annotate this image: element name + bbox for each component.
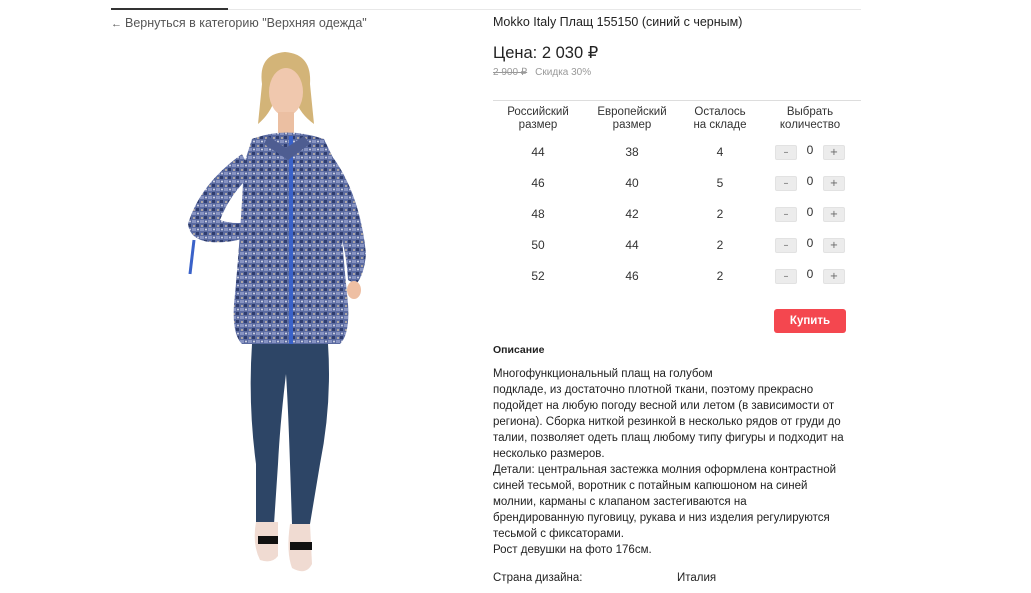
ru-size-cell: 48 (531, 206, 545, 221)
ru-size-cell: 52 (531, 268, 545, 283)
quantity-stepper: –0 + (775, 174, 845, 191)
description-line: Рост девушки на фото 176см. (493, 544, 652, 556)
decrease-button[interactable]: – (775, 237, 797, 253)
active-tab-underline (111, 8, 228, 10)
table-row: 44 38 4 –0 + (493, 136, 861, 167)
table-row: 52 46 2 –0 + (493, 260, 861, 291)
discount-label: Скидка 30% (535, 67, 592, 78)
header-ru-size: Российский размер (507, 106, 569, 131)
quantity-cell: –0 + (759, 229, 861, 260)
description-line: подойдет на любую погоду весной или лето… (493, 400, 835, 412)
header-stock: Осталось на складе (693, 106, 747, 131)
increase-button[interactable]: + (823, 268, 845, 284)
description-line: тесьмой с фиксаторами. (493, 528, 624, 540)
quantity-cell: –0 + (759, 260, 861, 291)
description-line: брендированную пуговицу, рукава и низ из… (493, 512, 830, 524)
table-header-row: Российский размер Европейский размер Остал… (493, 104, 861, 136)
eu-size-cell: 46 (625, 268, 639, 283)
quantity-cell: –0 + (759, 136, 861, 167)
buy-button[interactable]: Купить (774, 309, 846, 333)
back-link-label: Вернуться в категорию "Верхняя одежда" (125, 16, 367, 30)
quantity-stepper: –0 + (775, 205, 845, 222)
description-text: Многофункциональный плащ на голубом подк… (493, 366, 865, 558)
description-line: Детали: центральная застежка молния офор… (493, 464, 837, 476)
quantity-value[interactable]: 0 (797, 267, 823, 281)
table-row: 48 42 2 –0 + (493, 198, 861, 229)
description-heading: Описание (493, 344, 545, 356)
description-line: несколько размеров. (493, 448, 605, 460)
decrease-button[interactable]: – (775, 268, 797, 284)
stock-cell: 5 (716, 175, 724, 190)
stock-cell: 2 (716, 206, 724, 221)
table-divider (493, 100, 861, 101)
eu-size-cell: 42 (625, 206, 639, 221)
country-label: Страна дизайна: (493, 572, 583, 584)
old-price: 2 900 ₽ (493, 67, 528, 78)
quantity-stepper: –0 + (775, 267, 845, 284)
stock-cell: 4 (716, 144, 724, 159)
jeans-shape (250, 344, 329, 524)
increase-button[interactable]: + (823, 206, 845, 222)
product-title: Mokko Italy Плащ 155150 (синий с черным) (493, 15, 743, 29)
decrease-button[interactable]: – (775, 144, 797, 160)
table-row: 50 44 2 –0 + (493, 229, 861, 260)
face-shape (269, 68, 303, 116)
quantity-value[interactable]: 0 (797, 174, 823, 188)
ru-size-cell: 44 (531, 144, 545, 159)
description-line: талии, позволяет одеть плащ любому типу … (493, 432, 844, 444)
description-line: Многофункциональный плащ на голубом (493, 368, 713, 380)
stock-cell: 2 (716, 268, 724, 283)
decrease-button[interactable]: – (775, 206, 797, 222)
ru-size-cell: 46 (531, 175, 545, 190)
stock-cell: 2 (716, 237, 724, 252)
increase-button[interactable]: + (823, 175, 845, 191)
product-price: Цена: 2 030 ₽ (493, 44, 599, 62)
eu-size-cell: 38 (625, 144, 639, 159)
arrow-left-icon: ← (111, 18, 122, 30)
quantity-stepper: –0 + (775, 143, 845, 160)
decrease-button[interactable]: – (775, 175, 797, 191)
description-line: региона). Сборка ниткой резинкой в неско… (493, 416, 841, 428)
eu-size-cell: 40 (625, 175, 639, 190)
description-line: синей тесьмой, воротник с потайным капюш… (493, 480, 808, 492)
increase-button[interactable]: + (823, 144, 845, 160)
header-quantity: Выбрать количество (779, 106, 841, 131)
quantity-cell: –0 + (759, 198, 861, 229)
table-row: 46 40 5 –0 + (493, 167, 861, 198)
header-eu-size: Европейский размер (597, 106, 667, 131)
description-line: молнии, карманы с клапаном застегиваются… (493, 496, 747, 508)
increase-button[interactable]: + (823, 237, 845, 253)
description-line: подкладе, из достаточно плотной ткани, п… (493, 384, 814, 396)
ru-size-cell: 50 (531, 237, 545, 252)
product-photo[interactable] (160, 44, 410, 593)
back-to-category-link[interactable]: ← Вернуться в категорию "Верхняя одежда" (111, 16, 367, 30)
quantity-cell: –0 + (759, 167, 861, 198)
quantity-value[interactable]: 0 (797, 143, 823, 157)
quantity-stepper: –0 + (775, 236, 845, 253)
eu-size-cell: 44 (625, 237, 639, 252)
country-attribute-row: Страна дизайна: Италия (493, 572, 716, 584)
country-value: Италия (677, 572, 717, 584)
sizes-table: Российский размер Европейский размер Остал… (493, 104, 861, 291)
quantity-value[interactable]: 0 (797, 236, 823, 250)
old-price-row: 2 900 ₽ Скидка 30% (493, 67, 591, 78)
quantity-value[interactable]: 0 (797, 205, 823, 219)
